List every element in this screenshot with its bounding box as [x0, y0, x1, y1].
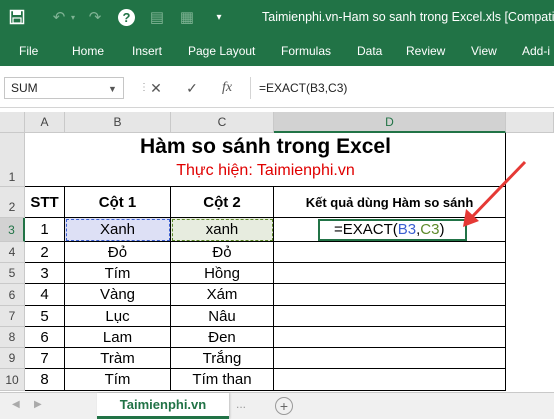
more-sheets-icon[interactable]: ... [236, 397, 246, 411]
sheet-next-icon[interactable]: ▶ [34, 399, 42, 410]
sheet-tab-taimienphi[interactable]: Taimienphi.vn [97, 393, 229, 419]
sheet-prev-icon[interactable]: ◀ [12, 399, 20, 410]
annotation-arrow-icon [463, 160, 527, 227]
add-sheet-icon[interactable]: + [275, 397, 293, 415]
sheet-tab-bar: ◀ ▶ Taimienphi.vn ... + [0, 392, 554, 419]
